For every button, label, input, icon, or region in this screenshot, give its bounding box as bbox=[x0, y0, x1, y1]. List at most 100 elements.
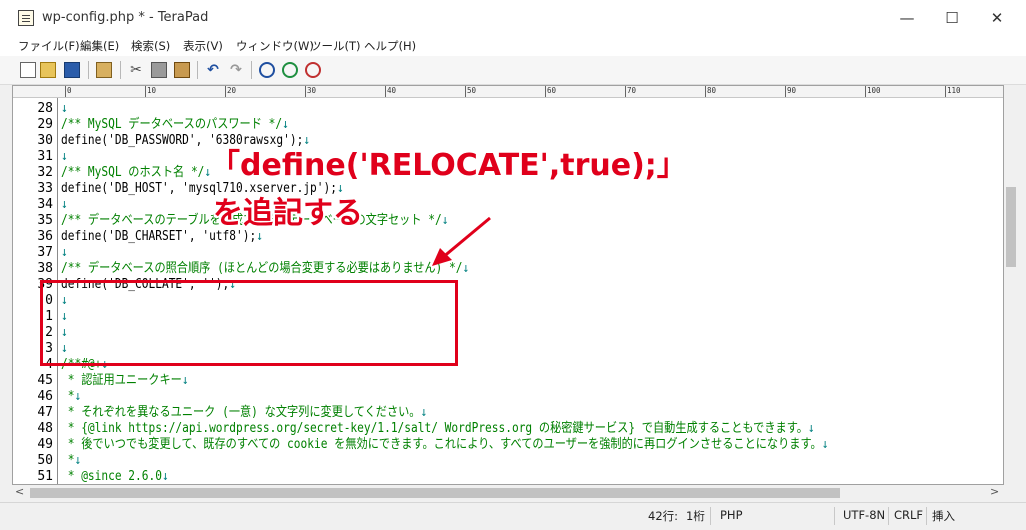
copy-icon[interactable] bbox=[151, 62, 167, 78]
redo-icon[interactable]: ↷ bbox=[228, 62, 244, 78]
ruler-mark: 40 bbox=[385, 86, 397, 97]
menu-search[interactable]: 検索(S) bbox=[131, 38, 170, 54]
ruler-mark: 0 bbox=[65, 86, 72, 97]
status-column: 1桁 bbox=[686, 509, 705, 523]
ruler-mark: 50 bbox=[465, 86, 477, 97]
code-line: /** MySQL データベースのパスワード */↓ bbox=[61, 117, 289, 133]
maximize-button[interactable]: ☐ bbox=[938, 6, 966, 30]
line-number: 31 bbox=[37, 149, 53, 164]
line-number: 50 bbox=[37, 453, 53, 468]
scroll-left-icon[interactable]: < bbox=[15, 485, 24, 498]
toolbar-separator bbox=[251, 61, 252, 79]
ruler-mark: 80 bbox=[705, 86, 717, 97]
ruler-mark: 20 bbox=[225, 86, 237, 97]
annotation-instruction-text: を追記する bbox=[213, 196, 363, 231]
code-line: *↓ bbox=[61, 389, 81, 405]
line-number: 51 bbox=[37, 469, 53, 484]
save-icon[interactable] bbox=[64, 62, 80, 78]
line-number: 38 bbox=[37, 261, 53, 276]
menu-help[interactable]: ヘルプ(H) bbox=[364, 38, 416, 54]
ruler-mark: 30 bbox=[305, 86, 317, 97]
menu-window[interactable]: ウィンドウ(W) bbox=[236, 38, 314, 54]
status-bar: 42行: 1桁 PHP UTF-8N CRLF 挿入 bbox=[0, 502, 1026, 530]
horizontal-scroll-thumb[interactable] bbox=[30, 488, 840, 498]
status-separator bbox=[926, 507, 927, 525]
window-title: wp-config.php * - TeraPad bbox=[42, 10, 209, 25]
menu-edit[interactable]: 編集(E) bbox=[80, 38, 119, 54]
menu-file[interactable]: ファイル(F) bbox=[18, 38, 80, 54]
code-text: * bbox=[61, 453, 75, 468]
newline-mark: ↓ bbox=[61, 101, 68, 116]
line-number: 34 bbox=[37, 197, 53, 212]
find-prev-icon[interactable] bbox=[305, 62, 321, 78]
ruler-mark: 70 bbox=[625, 86, 637, 97]
ruler-mark: 10 bbox=[145, 86, 157, 97]
status-insert-mode[interactable]: 挿入 bbox=[932, 508, 955, 524]
code-line: ↓ bbox=[61, 149, 68, 165]
toolbar-separator bbox=[88, 61, 89, 79]
code-line: /** データベースの照合順序 (ほとんどの場合変更する必要はありません) */… bbox=[61, 261, 469, 277]
cut-icon[interactable]: ✂ bbox=[128, 62, 144, 78]
newline-mark: ↓ bbox=[282, 117, 289, 132]
open-file-icon[interactable] bbox=[40, 62, 56, 78]
code-line: * {@link https://api.wordpress.org/secre… bbox=[61, 421, 815, 437]
menu-tools[interactable]: ツール(T) bbox=[310, 38, 361, 54]
status-separator bbox=[888, 507, 889, 525]
horizontal-scrollbar[interactable]: < > bbox=[12, 485, 1002, 501]
line-number: 48 bbox=[37, 421, 53, 436]
line-number: 35 bbox=[37, 213, 53, 228]
code-text: * 後でいつでも変更して、既存のすべての cookie を無効にできます。これに… bbox=[61, 437, 822, 452]
code-line: * @since 2.6.0↓ bbox=[61, 469, 169, 484]
newline-mark: ↓ bbox=[807, 421, 815, 436]
code-line: * 後でいつでも変更して、既存のすべての cookie を無効にできます。これに… bbox=[61, 437, 829, 453]
insert-position-highlight bbox=[40, 280, 458, 366]
minimize-button[interactable]: — bbox=[893, 6, 921, 30]
newline-mark: ↓ bbox=[441, 213, 449, 228]
newline-mark: ↓ bbox=[61, 197, 68, 212]
newline-mark: ↓ bbox=[74, 389, 82, 404]
code-line: ↓ bbox=[61, 101, 68, 117]
new-file-icon[interactable] bbox=[20, 62, 36, 78]
status-encoding[interactable]: UTF-8N bbox=[843, 508, 885, 522]
vertical-scrollbar[interactable] bbox=[1004, 85, 1018, 485]
line-number: 36 bbox=[37, 229, 53, 244]
line-number: 37 bbox=[37, 245, 53, 260]
line-number: 30 bbox=[37, 133, 53, 148]
vertical-scroll-thumb[interactable] bbox=[1006, 187, 1016, 267]
paste-icon[interactable] bbox=[174, 62, 190, 78]
status-separator bbox=[710, 507, 711, 525]
terapad-app-icon[interactable] bbox=[18, 10, 34, 26]
toolbar-separator bbox=[120, 61, 121, 79]
line-number: 47 bbox=[37, 405, 53, 420]
annotation-code-text: 「define('RELOCATE',true);」 bbox=[210, 148, 687, 183]
find-next-icon[interactable] bbox=[282, 62, 298, 78]
status-line-position: 42行: bbox=[648, 509, 679, 523]
ruler-mark: 90 bbox=[785, 86, 797, 97]
newline-mark: ↓ bbox=[74, 453, 82, 468]
status-separator bbox=[834, 507, 835, 525]
newline-mark: ↓ bbox=[821, 437, 829, 452]
menu-view[interactable]: 表示(V) bbox=[183, 38, 223, 54]
code-text: * bbox=[61, 389, 75, 404]
line-number: 33 bbox=[37, 181, 53, 196]
status-line-ending[interactable]: CRLF bbox=[894, 508, 923, 522]
code-line: * それぞれを異なるユニーク (一意) な文字列に変更してください。↓ bbox=[61, 405, 428, 421]
newline-mark: ↓ bbox=[181, 373, 189, 388]
close-button[interactable]: ✕ bbox=[983, 6, 1011, 30]
ruler-mark: 60 bbox=[545, 86, 557, 97]
print-icon[interactable] bbox=[96, 62, 112, 78]
toolbar-separator bbox=[197, 61, 198, 79]
line-number: 46 bbox=[37, 389, 53, 404]
line-number: 45 bbox=[37, 373, 53, 388]
newline-mark: ↓ bbox=[161, 469, 169, 484]
scroll-right-icon[interactable]: > bbox=[990, 485, 999, 498]
ruler-mark: 110 bbox=[945, 86, 961, 97]
find-icon[interactable] bbox=[259, 62, 275, 78]
ruler-mark: 100 bbox=[865, 86, 881, 97]
undo-icon[interactable]: ↶ bbox=[205, 62, 221, 78]
status-mode[interactable]: PHP bbox=[720, 508, 743, 522]
line-number: 29 bbox=[37, 117, 53, 132]
code-text: /** MySQL のホスト名 */ bbox=[61, 165, 205, 180]
code-text: * それぞれを異なるユニーク (一意) な文字列に変更してください。 bbox=[61, 405, 421, 420]
code-text: * 認証用ユニークキー bbox=[61, 373, 182, 388]
